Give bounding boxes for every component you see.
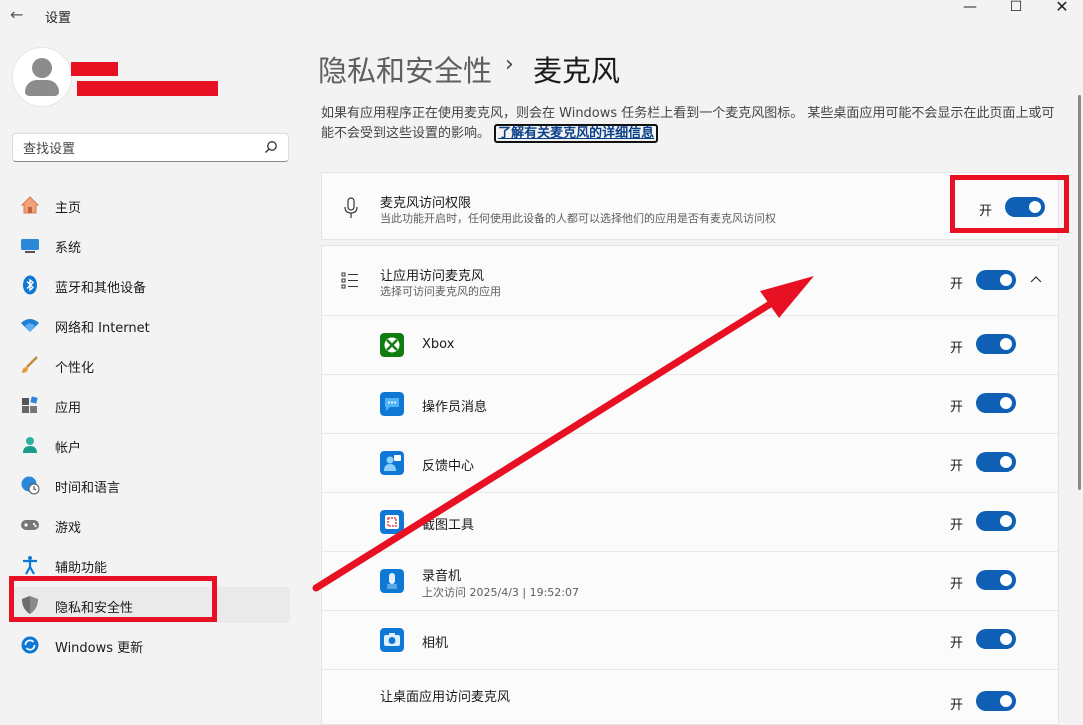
- app-row: 反馈中心 开: [322, 434, 1058, 492]
- account-icon: [23, 437, 37, 453]
- app-name: 相机: [422, 636, 449, 651]
- maximize-icon[interactable]: ☐: [1004, 0, 1028, 16]
- app-row: Xbox 开: [322, 316, 1058, 374]
- app-toggle[interactable]: [976, 334, 1016, 354]
- back-arrow-icon[interactable]: ←: [10, 5, 28, 25]
- apps-access-card: 让应用访问麦克风 选择可访问麦克风的应用 开 Xbox 开 操作员消息 开 反馈…: [321, 245, 1059, 725]
- mic-access-card: 麦克风访问权限 当此功能开启时，任何使用此设备的人都可以选择他们的应用是否有麦克…: [321, 172, 1059, 240]
- sidebar-item-apps[interactable]: 应用: [12, 387, 290, 423]
- message-icon: [380, 392, 404, 416]
- sidebar-item-network[interactable]: 网络和 Internet: [12, 307, 290, 343]
- gamepad-icon: [21, 520, 39, 530]
- learn-more-link[interactable]: 了解有关麦克风的详细信息: [494, 124, 659, 143]
- app-name: 录音机: [422, 569, 462, 584]
- feedback-icon: [380, 451, 404, 475]
- search-icon[interactable]: [264, 140, 278, 154]
- app-name: Xbox: [422, 337, 455, 352]
- app-row: 录音机 上次访问 2025/4/3 | 19:52:07 开: [322, 552, 1058, 610]
- sidebar-item-label: 时间和语言: [55, 481, 121, 496]
- toggle-state-label: 开: [950, 277, 964, 292]
- app-name: 操作员消息: [422, 400, 488, 415]
- sidebar-item-label: 系统: [55, 241, 82, 256]
- minimize-icon[interactable]: —: [958, 0, 982, 16]
- sidebar-item-label: 辅助功能: [55, 561, 108, 576]
- page-title: 麦克风: [533, 54, 621, 88]
- annotation-highlight-box: [950, 175, 1069, 233]
- close-icon[interactable]: ✕: [1050, 0, 1074, 16]
- system-icon: [21, 239, 39, 253]
- redaction-bar: [77, 81, 218, 96]
- app-row: 截图工具 开: [322, 493, 1058, 551]
- avatar[interactable]: [12, 47, 72, 107]
- sidebar-item-windows-update[interactable]: Windows 更新: [12, 627, 290, 663]
- app-name: 反馈中心: [422, 459, 475, 474]
- xbox-icon: [380, 333, 404, 357]
- sidebar-item-label: 蓝牙和其他设备: [55, 281, 147, 296]
- search-input[interactable]: [21, 138, 265, 160]
- sidebar-item-label: 网络和 Internet: [55, 321, 150, 336]
- home-icon: [20, 196, 40, 214]
- toggle-state-label: 开: [950, 341, 964, 356]
- mic-access-subtitle: 当此功能开启时，任何使用此设备的人都可以选择他们的应用是否有麦克风访问权: [380, 212, 776, 225]
- bluetooth-icon: [23, 275, 37, 295]
- sidebar-item-system[interactable]: 系统: [12, 227, 290, 263]
- sidebar-item-label: 帐户: [55, 441, 82, 456]
- recorder-icon: [380, 569, 404, 593]
- toggle-state-label: 开: [950, 400, 964, 415]
- sidebar-item-label: 游戏: [55, 521, 82, 536]
- desktop-access-toggle[interactable]: [976, 691, 1016, 711]
- app-row: 相机 开: [322, 611, 1058, 669]
- page-description: 如果有应用程序正在使用麦克风，则会在 Windows 任务栏上看到一个麦克风图标…: [321, 104, 1059, 144]
- description-text: 如果有应用程序正在使用麦克风，则会在 Windows 任务栏上看到一个麦克风图标…: [321, 106, 1055, 141]
- apps-access-subtitle: 选择可访问麦克风的应用: [380, 285, 501, 298]
- toggle-state-label: 开: [950, 636, 964, 651]
- sidebar-item-bluetooth[interactable]: 蓝牙和其他设备: [12, 267, 290, 303]
- breadcrumb-separator: ›: [505, 52, 514, 77]
- apps-icon: [22, 396, 38, 413]
- sidebar-item-label: 应用: [55, 401, 82, 416]
- accessibility-icon: [23, 556, 37, 575]
- last-access-text: 上次访问 2025/4/3 | 19:52:07: [422, 586, 580, 599]
- app-toggle[interactable]: [976, 629, 1016, 649]
- sidebar-item-time-language[interactable]: 时间和语言: [12, 467, 290, 503]
- app-row: 操作员消息 开: [322, 375, 1058, 433]
- update-icon: [21, 636, 39, 654]
- wifi-icon: [21, 319, 39, 332]
- search-box[interactable]: [12, 133, 289, 162]
- annotation-highlight-box: [9, 576, 217, 622]
- toggle-state-label: 开: [950, 698, 964, 713]
- microphone-icon: [344, 197, 358, 218]
- snipping-icon: [380, 510, 404, 534]
- scrollbar[interactable]: [1078, 95, 1081, 490]
- sidebar-item-personalization[interactable]: 个性化: [12, 347, 290, 383]
- sidebar-item-gaming[interactable]: 游戏: [12, 507, 290, 543]
- globe-clock-icon: [21, 476, 40, 495]
- app-toggle[interactable]: [976, 570, 1016, 590]
- app-name: 截图工具: [422, 518, 475, 533]
- sidebar-item-label: 个性化: [55, 361, 95, 376]
- app-toggle[interactable]: [976, 393, 1016, 413]
- window-title: 设置: [45, 11, 72, 26]
- toggle-state-label: 开: [950, 459, 964, 474]
- mic-access-title: 麦克风访问权限: [380, 196, 472, 211]
- sidebar-item-label: Windows 更新: [55, 641, 144, 656]
- desktop-access-title: 让桌面应用访问麦克风: [380, 690, 511, 705]
- app-toggle[interactable]: [976, 452, 1016, 472]
- sidebar-item-home[interactable]: 主页: [12, 187, 290, 223]
- toggle-state-label: 开: [950, 518, 964, 533]
- apps-access-title: 让应用访问麦克风: [380, 269, 485, 284]
- app-toggle[interactable]: [976, 511, 1016, 531]
- toggle-state-label: 开: [950, 577, 964, 592]
- sidebar-item-accounts[interactable]: 帐户: [12, 427, 290, 463]
- list-icon: [341, 272, 358, 289]
- redaction-bar: [71, 62, 118, 76]
- breadcrumb-parent[interactable]: 隐私和安全性: [318, 48, 492, 90]
- brush-icon: [22, 356, 38, 373]
- chevron-up-icon[interactable]: [1030, 274, 1042, 284]
- sidebar-item-label: 主页: [55, 201, 82, 216]
- apps-access-toggle[interactable]: [976, 270, 1016, 290]
- camera-icon: [380, 628, 404, 652]
